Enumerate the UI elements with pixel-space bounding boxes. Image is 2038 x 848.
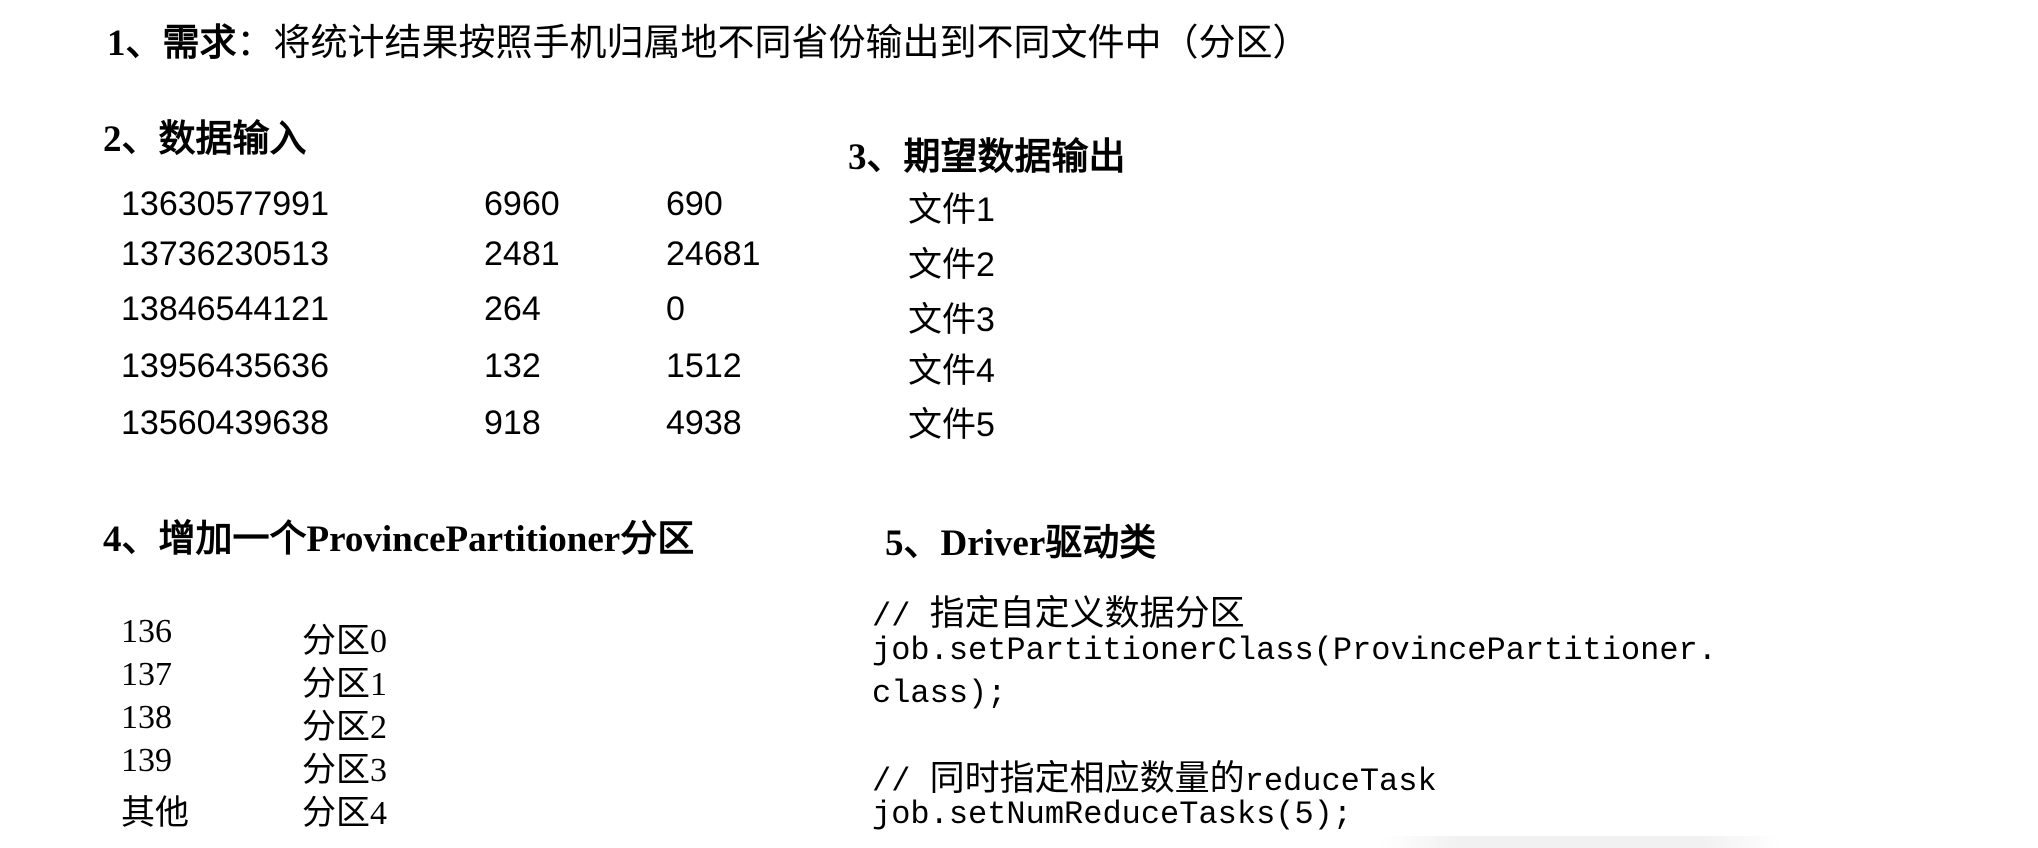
- input-phone: 13956435636: [121, 347, 330, 385]
- input-phone: 13736230513: [121, 235, 330, 273]
- section-heading-driver: 5、Driver驱动类: [885, 512, 1156, 566]
- comment-text: 指定自定义数据分区: [929, 594, 1245, 633]
- requirement-keyword: 需求: [162, 22, 237, 63]
- partition-prefix: 138: [121, 699, 172, 736]
- input-down-flow: 0: [666, 290, 685, 328]
- input-up-flow: 2481: [484, 235, 560, 273]
- input-phone: 13560439638: [121, 404, 330, 442]
- output-file: 文件4: [908, 352, 995, 390]
- output-file: 文件1: [908, 191, 995, 229]
- code-comment: // 同时指定相应数量的reduceTask: [872, 750, 1437, 801]
- comment-slashes: //: [872, 763, 930, 800]
- output-file: 文件5: [908, 406, 995, 444]
- section-number: 4、: [103, 519, 159, 560]
- partition-prefix: 其他: [121, 794, 189, 832]
- section-title-class-name: Driver: [940, 523, 1046, 564]
- code-comment: // 指定自定义数据分区: [872, 585, 1245, 636]
- input-phone: 13630577991: [121, 185, 330, 223]
- section-heading-expected-output: 3、期望数据输出: [848, 126, 1126, 180]
- partition-prefix: 137: [121, 656, 172, 693]
- cropped-edge-artifact: [1380, 836, 1780, 848]
- requirement-text: ：将统计结果按照手机归属地不同省份输出到不同文件中（分区）: [236, 22, 1310, 63]
- comment-text-latin: reduceTask: [1244, 763, 1437, 800]
- input-down-flow: 690: [666, 185, 723, 223]
- section-number: 5、: [885, 523, 941, 564]
- partition-name: 分区4: [302, 795, 387, 832]
- partition-name: 分区2: [302, 709, 387, 746]
- section-number: 3、: [848, 137, 904, 178]
- input-down-flow: 4938: [666, 404, 742, 442]
- section-title-suffix: 驱动类: [1045, 522, 1157, 563]
- code-line: job.setPartitionerClass(ProvincePartitio…: [872, 632, 1717, 669]
- partition-prefix: 139: [121, 742, 172, 779]
- code-line: job.setNumReduceTasks(5);: [872, 796, 1353, 833]
- comment-slashes: //: [872, 598, 930, 635]
- input-phone: 13846544121: [121, 290, 330, 328]
- section-title-class-name: ProvincePartitioner: [306, 519, 621, 560]
- partition-name: 分区1: [302, 666, 387, 703]
- output-file: 文件3: [908, 301, 995, 339]
- requirement-line: 1、需求：将统计结果按照手机归属地不同省份输出到不同文件中（分区）: [107, 12, 1310, 66]
- section-title-suffix: 分区: [620, 518, 695, 559]
- input-down-flow: 1512: [666, 347, 742, 385]
- code-line: class);: [872, 675, 1007, 712]
- section-heading-partitioner: 4、增加一个ProvincePartitioner分区: [103, 508, 694, 562]
- input-up-flow: 132: [484, 347, 541, 385]
- section-number: 2、: [103, 119, 159, 160]
- section-title: 期望数据输出: [903, 136, 1126, 177]
- partition-name: 分区0: [302, 623, 387, 660]
- partition-prefix: 136: [121, 613, 172, 650]
- partition-name: 分区3: [302, 752, 387, 789]
- section-heading-data-input: 2、数据输入: [103, 108, 307, 162]
- input-up-flow: 6960: [484, 185, 560, 223]
- output-file: 文件2: [908, 246, 995, 284]
- requirement-number: 1、: [107, 23, 163, 64]
- input-up-flow: 264: [484, 290, 541, 328]
- input-down-flow: 24681: [666, 235, 761, 273]
- section-title-prefix: 增加一个: [158, 518, 307, 559]
- section-title: 数据输入: [158, 118, 307, 159]
- input-up-flow: 918: [484, 404, 541, 442]
- comment-text: 同时指定相应数量的: [929, 759, 1245, 798]
